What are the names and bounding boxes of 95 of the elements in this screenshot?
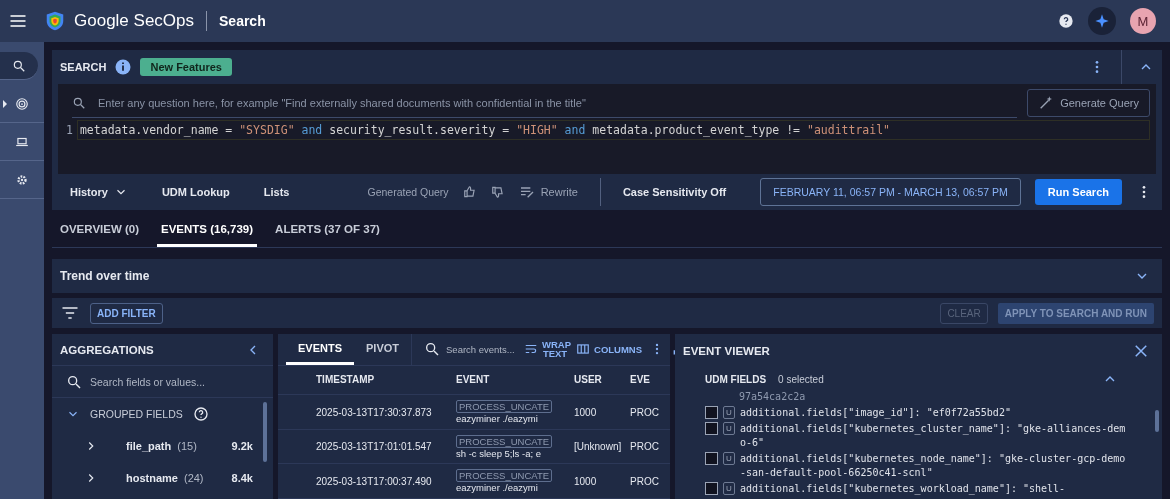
user-avatar[interactable]: M xyxy=(1130,8,1156,34)
panel-title: EVENT VIEWER xyxy=(683,345,770,357)
view-tab[interactable]: EVENTS xyxy=(286,334,354,365)
generate-query-button[interactable]: Generate Query xyxy=(1027,89,1150,117)
view-tab[interactable]: PIVOT xyxy=(354,334,412,365)
table-cell-text: PROC xyxy=(630,441,660,453)
event-type-tag: PROCESS_UNCATE xyxy=(456,400,553,414)
ai-assistant-button[interactable] xyxy=(1088,7,1116,35)
event-type-tag: PROCESS_UNCATE xyxy=(456,469,553,483)
search-icon xyxy=(424,341,441,358)
shield-logo-icon xyxy=(44,10,66,32)
new-features-badge[interactable]: New Features xyxy=(140,58,232,76)
checkbox[interactable] xyxy=(705,406,718,419)
thumbs-up-icon[interactable] xyxy=(462,185,477,199)
rewrite-icon xyxy=(518,184,535,200)
table-cell-text: PROC xyxy=(630,475,660,487)
columns-icon xyxy=(576,342,591,357)
field-total: 8.4k xyxy=(231,472,253,484)
column-header[interactable]: EVE xyxy=(630,374,666,386)
close-icon[interactable] xyxy=(1132,342,1150,360)
table-cell-text: 1000 xyxy=(573,475,598,487)
field-total: 9.2k xyxy=(231,440,253,452)
checkbox[interactable] xyxy=(705,482,718,495)
result-tab[interactable]: EVENTS (16,739) xyxy=(157,214,258,247)
result-tab[interactable]: OVERVIEW (0) xyxy=(56,214,144,247)
udm-tag: U xyxy=(723,406,735,419)
table-cell-text: [Unknown] xyxy=(573,441,623,453)
case-sensitivity-button[interactable]: Case Sensitivity Off xyxy=(622,186,727,198)
checkbox[interactable] xyxy=(705,422,718,435)
ai-question-field[interactable]: Enter any question here, for example "Find externally shared documents with confidential in the title" xyxy=(96,95,1018,110)
scrollbar-thumb[interactable] xyxy=(263,402,267,462)
result-tab[interactable]: ALERTS (37 OF 37) xyxy=(271,214,384,247)
search-field[interactable]: Search events... xyxy=(444,342,517,356)
group-label: GROUPED FIELDS xyxy=(90,408,183,420)
page-title: Search xyxy=(219,13,266,29)
search-icon xyxy=(12,58,26,73)
field-count: (15) xyxy=(177,440,197,452)
table-cell-text: 2025-03-13T17:00:37.490 xyxy=(316,475,433,487)
field-name: file_path xyxy=(126,440,172,452)
column-header[interactable]: USER xyxy=(566,374,630,386)
udm-tag: U xyxy=(723,452,735,465)
udm-lookup-button[interactable]: UDM Lookup xyxy=(161,186,230,198)
field-row[interactable]: hostname (24) 8.4k xyxy=(62,462,273,494)
app-name: Google SecOps xyxy=(74,11,194,31)
field-entry: additional.fields["kubernetes_cluster_name"]: "gke-alliances-demo-6" xyxy=(740,422,1126,450)
event-type-tag: PROCESS_UNCATE xyxy=(456,434,553,448)
udm-tag: U xyxy=(723,422,735,435)
table-cell-text: 2025-03-13T17:30:37.873 xyxy=(316,406,433,418)
column-header[interactable]: TIMESTAMP xyxy=(316,374,456,386)
query-text[interactable]: metadata.vendor_name = "SYSDIG" and security_result.severity = "HIGH" and metadata.product_event_type != "audittrail" xyxy=(76,120,1150,140)
date-range-button[interactable]: FEBRUARY 11, 06:57 PM - MARCH 13, 06:57 PM xyxy=(760,178,1021,206)
checkbox[interactable] xyxy=(705,452,718,465)
scrollbar-thumb[interactable] xyxy=(1155,410,1159,432)
run-search-button[interactable]: Run Search xyxy=(1034,179,1122,205)
radar-icon xyxy=(15,96,29,111)
selection-count: 0 selected xyxy=(778,373,824,385)
search-icon xyxy=(66,373,82,390)
help-icon[interactable] xyxy=(192,406,209,422)
generated-query-label: Generated Query xyxy=(367,186,449,198)
caret-icon xyxy=(3,100,7,108)
column-header[interactable]: EVENT xyxy=(456,374,566,386)
field-entry: additional.fields["image_id"]: "ef0f72a55bd2" xyxy=(740,406,1011,420)
nav-item[interactable] xyxy=(0,52,38,80)
columns-button[interactable]: COLUMNS xyxy=(576,342,643,357)
rewrite-button[interactable]: Rewrite xyxy=(518,184,578,200)
section-title: Trend over time xyxy=(60,269,150,283)
wrap-text-button[interactable]: WRAP TEXT xyxy=(524,339,569,359)
table-cell-text: 2025-03-13T17:01:01.547 xyxy=(316,441,433,453)
field-entry: additional.fields["kubernetes_workload_name"]: "shell- xyxy=(740,482,1066,496)
line-number: 1 xyxy=(66,123,73,137)
add-filter-button[interactable]: ADD FILTER xyxy=(90,302,163,324)
udm-tag: U xyxy=(723,482,735,495)
section-title: SEARCH xyxy=(60,61,107,73)
search-field[interactable]: Search fields or values... xyxy=(88,374,259,389)
section-title: UDM FIELDS xyxy=(705,373,767,385)
table-cell: eazyminer ./eazymi xyxy=(456,413,538,425)
field-entry: additional.fields["kubernetes_node_name"]: "gke-cluster-gcp-demo-san-default-pool-66250c41-scnl" xyxy=(740,452,1126,480)
thumbs-down-icon[interactable] xyxy=(490,185,505,199)
info-icon[interactable] xyxy=(114,58,133,76)
lists-button[interactable]: Lists xyxy=(263,186,290,198)
field-value: 97a54ca2c2a xyxy=(738,390,807,404)
trend-panel[interactable]: Trend over time xyxy=(52,259,1162,293)
settings-icon xyxy=(15,172,29,187)
history-button[interactable]: History xyxy=(70,185,128,199)
table-cell: eazyminer ./eazymi xyxy=(456,482,538,494)
field-row[interactable]: file_path (15) 9.2k xyxy=(62,430,273,462)
sparkle-icon xyxy=(1094,13,1110,29)
table-cell-text: PROC xyxy=(630,406,660,418)
table-cell: sh -c sleep 5;ls -a; e xyxy=(456,447,541,459)
field-count: (24) xyxy=(183,472,204,484)
help-icon[interactable] xyxy=(1058,13,1074,29)
field-name: hostname xyxy=(126,472,178,484)
section-title: AGGREGATIONS xyxy=(60,343,154,356)
table-cell-text: 1000 xyxy=(573,406,598,418)
search-icon xyxy=(72,95,86,110)
